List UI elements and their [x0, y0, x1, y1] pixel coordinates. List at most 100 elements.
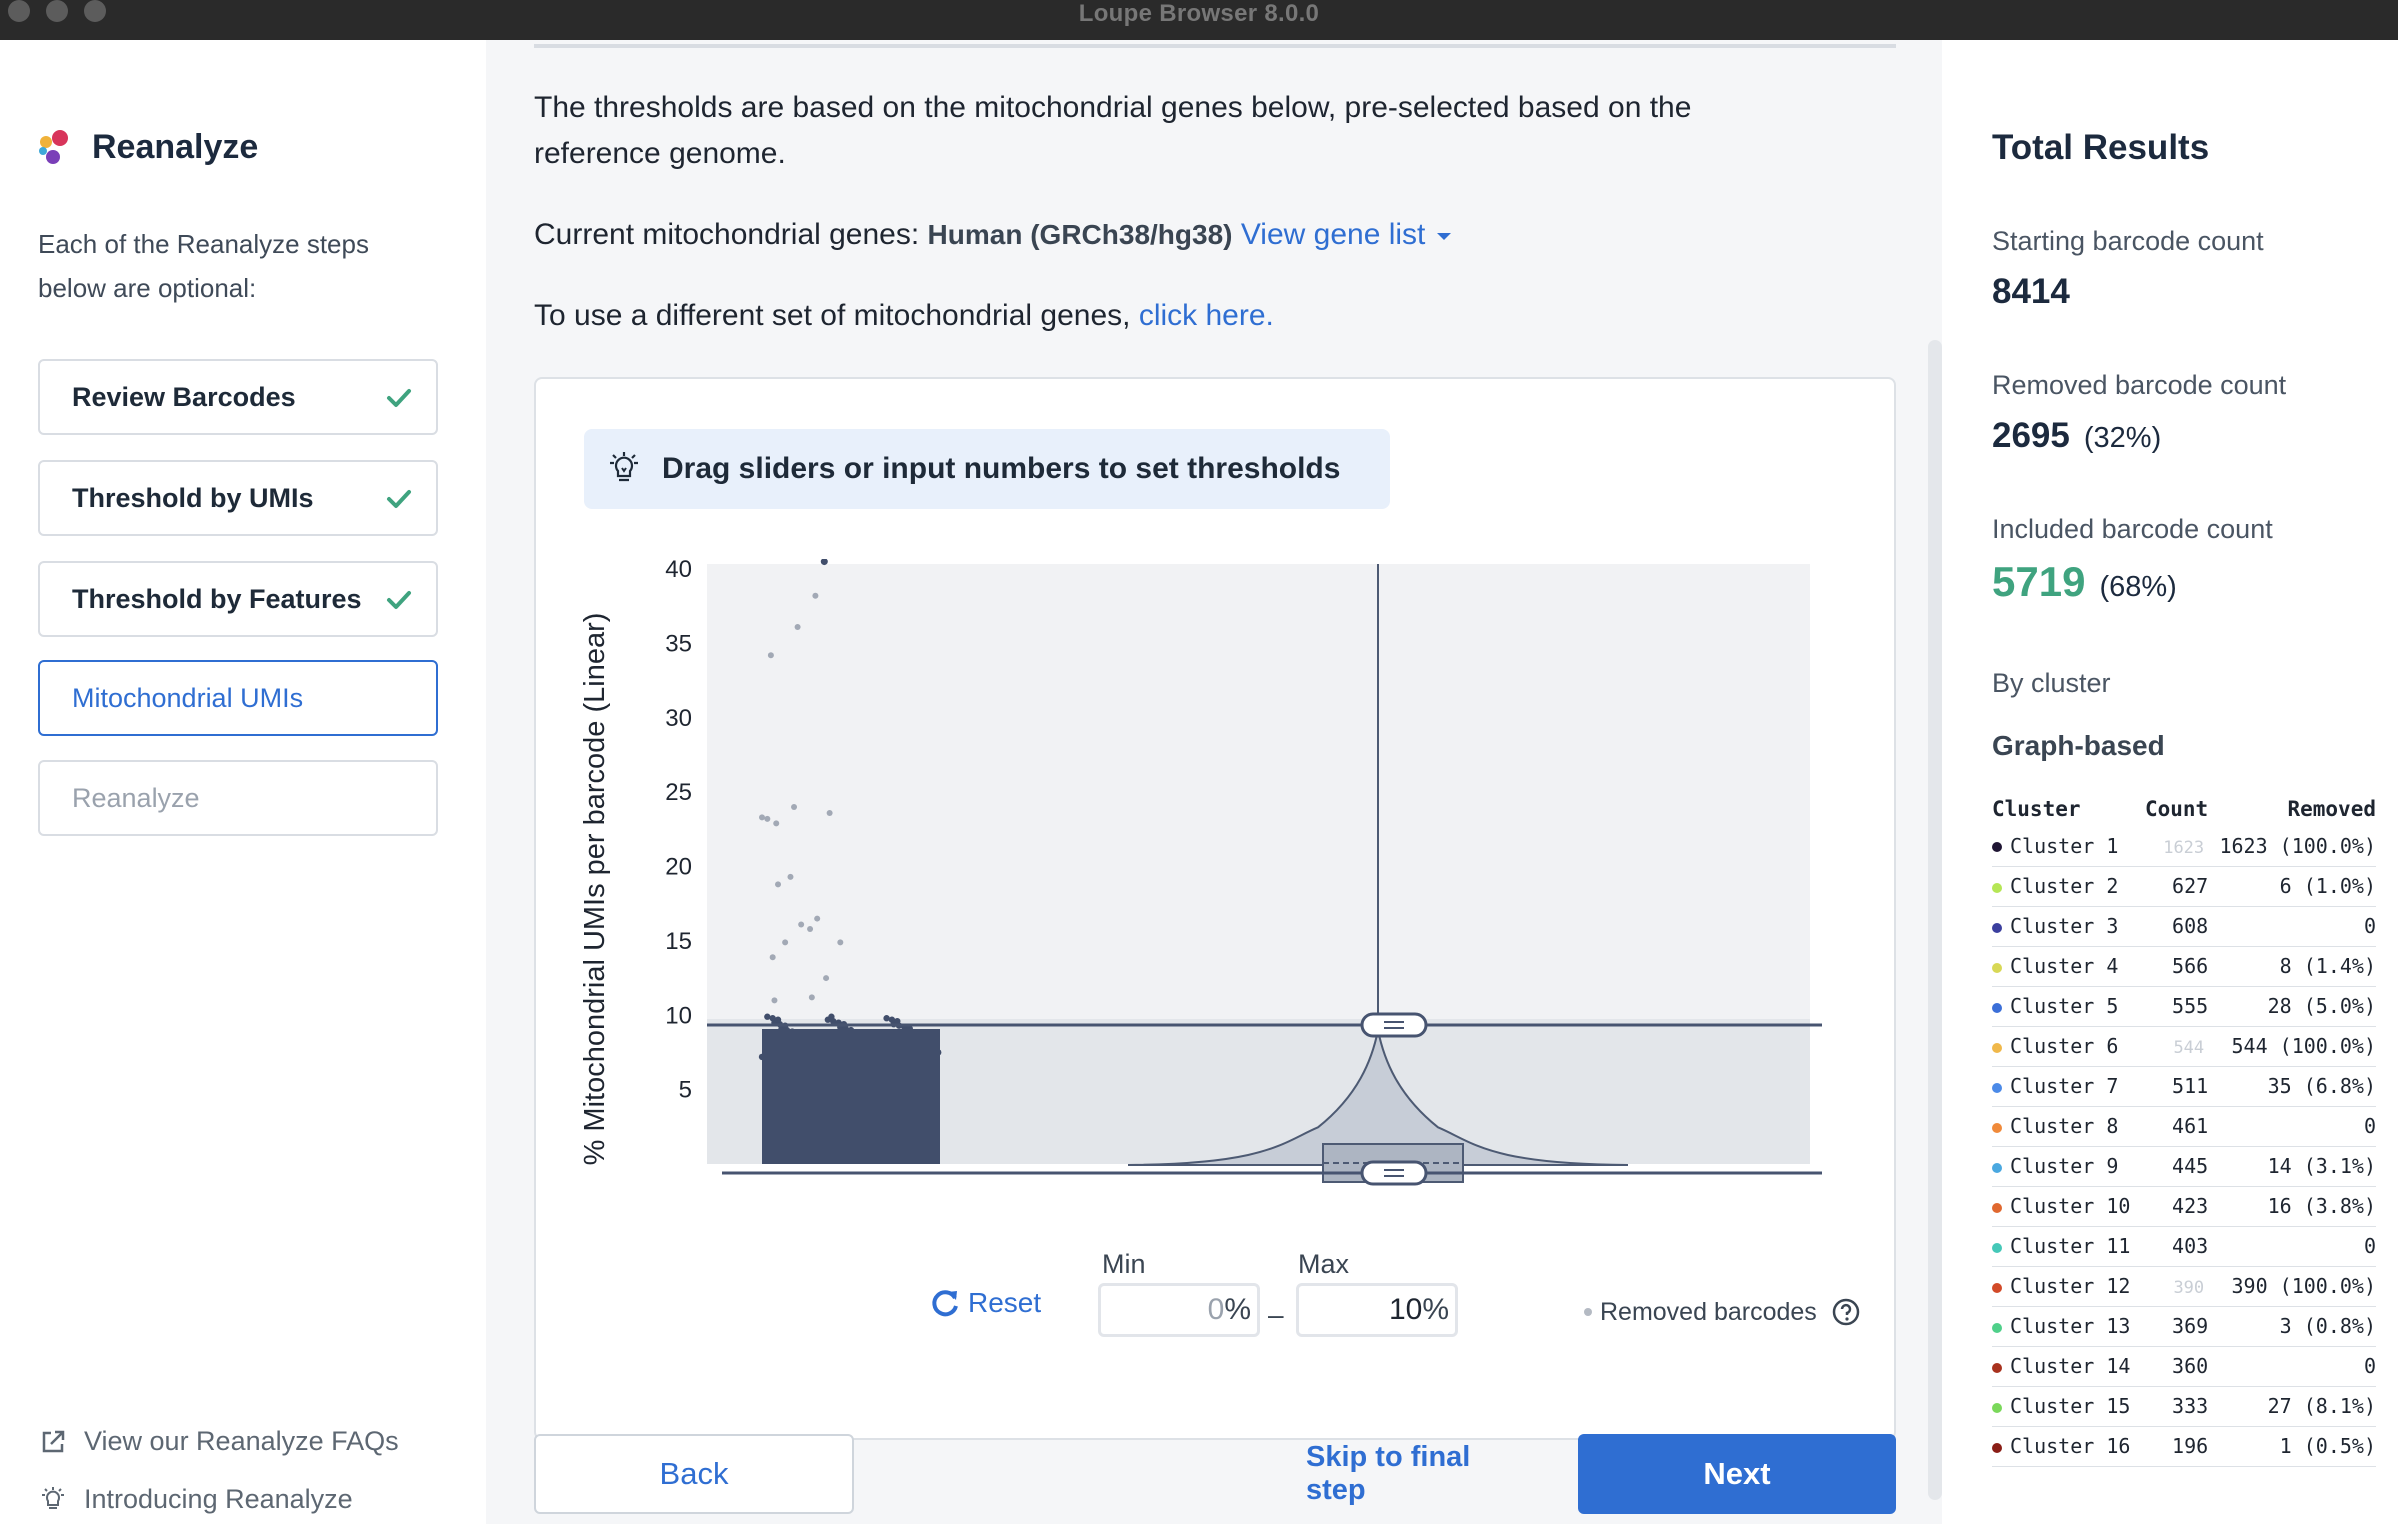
- step-label: Mitochondrial UMIs: [72, 682, 304, 713]
- cluster-removed: 390 (100.0%): [2231, 1274, 2377, 1298]
- max-label: Max: [1298, 1249, 1350, 1279]
- cluster-removed-cell: 28 (5.0%): [2208, 986, 2376, 1027]
- max-input[interactable]: 10%: [1296, 1283, 1458, 1337]
- step-threshold-features[interactable]: Threshold by Features: [38, 561, 438, 637]
- cluster-name: Cluster 12: [2010, 1274, 2131, 1298]
- cluster-name: Cluster 10: [2010, 1194, 2131, 1218]
- included-value: 5719: [1992, 558, 2086, 605]
- range-dash: –: [1268, 1299, 1284, 1330]
- y-axis-label: % Mitochondrial UMIs per barcode (Linear…: [579, 613, 611, 1166]
- y-tick-label: 25: [665, 779, 692, 806]
- cluster-name-cell: Cluster 8: [1992, 1106, 2141, 1147]
- table-row[interactable]: Cluster 12 390 390 (100.0%): [1992, 1266, 2377, 1307]
- cluster-removed-cell: 35 (6.8%): [2208, 1066, 2376, 1107]
- skip-to-final-button[interactable]: Skip to final step: [1306, 1434, 1526, 1514]
- cluster-count-cell: 196: [2140, 1426, 2209, 1467]
- table-row[interactable]: Cluster 7 511 35 (6.8%): [1992, 1066, 2376, 1107]
- cluster-name-cell: Cluster 15: [1992, 1386, 2141, 1427]
- click-here-link[interactable]: click here.: [1139, 299, 1274, 332]
- checkmark-icon: [387, 591, 411, 609]
- cluster-name-cell: Cluster 11: [1992, 1226, 2141, 1267]
- cluster-removed: 1623 (100.0%): [2219, 833, 2376, 858]
- threshold-card: Drag sliders or input numbers to set thr…: [534, 377, 1896, 1440]
- introducing-link[interactable]: Introducing Reanalyze: [38, 1484, 353, 1515]
- table-row[interactable]: Cluster 15 333 27 (8.1%): [1992, 1386, 2376, 1427]
- max-value: 10: [1388, 1293, 1423, 1326]
- cluster-count-cell: 403: [2140, 1226, 2209, 1267]
- cluster-name-cell: Cluster 3: [1992, 906, 2141, 947]
- min-slider-handle[interactable]: [1360, 1160, 1428, 1186]
- table-row[interactable]: Cluster 14 360 0: [1992, 1346, 2376, 1387]
- cluster-count-cell: 555: [2140, 986, 2209, 1027]
- caret-down-icon: [1436, 233, 1451, 241]
- cluster-name: Cluster 4: [2010, 954, 2119, 978]
- faq-link[interactable]: View our Reanalyze FAQs: [38, 1426, 399, 1457]
- view-gene-list-link[interactable]: View gene list: [1241, 218, 1454, 251]
- cluster-count-cell: 369: [2140, 1306, 2209, 1347]
- table-row[interactable]: Cluster 11 403 0: [1992, 1226, 2376, 1267]
- cluster-removed: 544 (100.0%): [2231, 1034, 2377, 1058]
- results-panel: Total Results Starting barcode count 841…: [1944, 40, 2398, 1524]
- y-tick-label: 5: [679, 1077, 692, 1104]
- cluster-count-cell: 445: [2140, 1146, 2209, 1187]
- legend-dot: [1584, 1308, 1592, 1316]
- step-mitochondrial-umis[interactable]: Mitochondrial UMIs: [38, 660, 438, 736]
- table-row[interactable]: Cluster 3 608 0: [1992, 906, 2376, 947]
- table-row[interactable]: Cluster 13 369 3 (0.8%): [1992, 1306, 2376, 1347]
- cluster-count: 566: [2172, 954, 2209, 978]
- cluster-removed-cell: 0: [2208, 1226, 2376, 1267]
- table-row[interactable]: Cluster 5 555 28 (5.0%): [1992, 986, 2376, 1027]
- table-row[interactable]: Cluster 10 423 16 (3.8%): [1992, 1186, 2376, 1227]
- cluster-count: 555: [2172, 994, 2209, 1018]
- removed-barcode-point: [826, 809, 833, 816]
- cluster-removed: 0: [2363, 1114, 2376, 1138]
- cluster-color-dot: [1992, 1322, 2002, 1333]
- back-button[interactable]: Back: [534, 1434, 854, 1514]
- results-title: Total Results: [1992, 128, 2210, 167]
- cluster-count-cell: 566: [2140, 946, 2209, 987]
- divider: [534, 44, 1896, 48]
- cluster-removed-cell: 3 (0.8%): [2208, 1306, 2376, 1347]
- main-panel: The thresholds are based on the mitochon…: [486, 40, 1942, 1524]
- step-reanalyze[interactable]: Reanalyze: [38, 760, 438, 836]
- cluster-color-dot: [1992, 1202, 2002, 1213]
- step-threshold-umis[interactable]: Threshold by UMIs: [38, 460, 438, 536]
- cluster-count-cell: 333: [2140, 1386, 2209, 1427]
- cluster-count: 544: [2173, 1038, 2205, 1058]
- removed-barcode-point: [767, 652, 774, 659]
- cluster-count: 461: [2172, 1114, 2209, 1138]
- cluster-name: Cluster 11: [2010, 1234, 2131, 1258]
- mito-chart: % Mitochondrial UMIs per barcode (Linear…: [579, 559, 1822, 1186]
- removed-barcode-point: [807, 925, 814, 932]
- cluster-removed: 0: [2363, 914, 2376, 938]
- cluster-name: Cluster 5: [2010, 994, 2119, 1018]
- scrollbar[interactable]: [1928, 340, 1942, 1500]
- table-row[interactable]: Cluster 16 196 1 (0.5%): [1992, 1426, 2376, 1467]
- current-genes-label: Current mitochondrial genes:: [534, 218, 920, 251]
- removed-barcode-point: [787, 873, 794, 880]
- help-icon[interactable]: [1831, 1297, 1861, 1327]
- removed-barcode-point: [775, 881, 782, 888]
- table-row[interactable]: Cluster 1 1623 1623 (100.0%): [1992, 826, 2376, 867]
- table-row[interactable]: Cluster 2 627 6 (1.0%): [1992, 866, 2376, 907]
- removed-pct: (32%): [2083, 422, 2162, 454]
- reset-button[interactable]: Reset: [928, 1286, 1041, 1320]
- next-button[interactable]: Next: [1578, 1434, 1896, 1514]
- min-input[interactable]: 0%: [1098, 1283, 1260, 1337]
- table-row[interactable]: Cluster 9 445 14 (3.1%): [1992, 1146, 2376, 1187]
- cluster-count: 333: [2172, 1394, 2209, 1418]
- cluster-name: Cluster 8: [2010, 1114, 2119, 1138]
- table-row[interactable]: Cluster 4 566 8 (1.4%): [1992, 946, 2376, 987]
- max-slider-handle[interactable]: [1360, 1012, 1428, 1038]
- cluster-count-cell: 1623: [2140, 826, 2209, 867]
- checkmark-icon: [387, 389, 411, 407]
- y-tick-label: 30: [665, 705, 692, 732]
- cluster-color-dot: [1992, 1042, 2002, 1053]
- cluster-count: 1623: [2163, 837, 2205, 858]
- table-row[interactable]: Cluster 6 544 544 (100.0%): [1992, 1026, 2377, 1067]
- cluster-count: 511: [2172, 1074, 2209, 1098]
- cluster-color-dot: [1992, 1242, 2002, 1253]
- step-review-barcodes[interactable]: Review Barcodes: [38, 359, 438, 435]
- table-row[interactable]: Cluster 8 461 0: [1992, 1106, 2376, 1147]
- cluster-count-cell: 461: [2140, 1106, 2209, 1147]
